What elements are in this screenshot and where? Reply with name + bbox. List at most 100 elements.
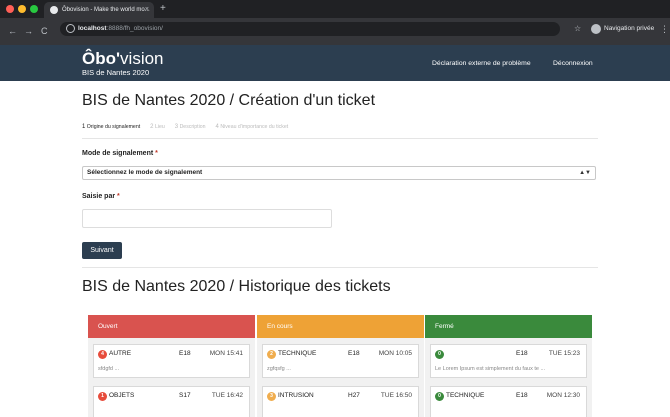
step-2-num: 2 — [150, 124, 154, 130]
profile-label[interactable]: Navigation privée — [604, 22, 654, 36]
brand-subtitle: BIS de Nantes 2020 — [82, 68, 150, 77]
step-4-label: Niveau d'importance du ticket — [220, 124, 289, 130]
mode-select[interactable]: Sélectionnez le mode de signalement ▲▼ — [82, 166, 596, 180]
card-row: 2 TECHNIQUE E18 MON 10:05 — [263, 345, 418, 363]
nav-link-logout[interactable]: Déconnexion — [553, 59, 593, 68]
ticket-room: S17 — [179, 392, 191, 399]
app-navbar: Ôbo'vision BIS de Nantes 2020 Déclaratio… — [0, 45, 670, 81]
minimize-window-icon[interactable] — [18, 5, 26, 13]
ticket-description: sfdgfd ... — [98, 366, 120, 372]
divider — [82, 267, 598, 268]
mode-select-value: Sélectionnez le mode de signalement — [87, 169, 203, 176]
ticket-category: OBJETS — [109, 392, 135, 399]
ticket-room: E18 — [179, 350, 191, 357]
ticket-card[interactable]: 1 OBJETS S17 TUE 16:42 — [93, 386, 250, 417]
ticket-card[interactable]: 3 INTRUSION H27 TUE 16:50 — [262, 386, 419, 417]
required-mark: * — [155, 150, 158, 157]
brand-bold: Ôbo' — [82, 49, 121, 68]
ticket-category: INTRUSION — [278, 392, 314, 399]
ticket-card[interactable]: 0 E18 TUE 15:23 Le Lorem Ipsum est simpl… — [430, 344, 587, 378]
ticket-date: TUE 16:42 — [211, 392, 243, 399]
step-4[interactable]: 4 Niveau d'importance du ticket — [216, 122, 289, 132]
column-header: Ouvert — [88, 315, 255, 338]
info-icon[interactable] — [66, 24, 75, 33]
column-open: Ouvert 4 AUTRE E18 MON 15:41 sfdgfd ... … — [88, 315, 255, 417]
mode-label: Mode de signalement * — [82, 149, 158, 159]
step-3-label: Description — [179, 124, 206, 130]
ticket-description: Le Lorem Ipsum est simplement du faux te… — [435, 366, 546, 372]
bookmark-star-icon[interactable]: ☆ — [574, 22, 581, 36]
ticket-category: TECHNIQUE — [278, 350, 317, 357]
priority-badge: 3 — [267, 392, 276, 401]
ticket-room: E18 — [516, 350, 528, 357]
new-tab-icon[interactable]: + — [160, 2, 166, 16]
browser-menu-icon[interactable]: ⋮ — [660, 22, 669, 36]
forward-icon[interactable]: → — [24, 25, 33, 37]
step-1-num: 1 — [82, 124, 86, 130]
card-row: 3 INTRUSION H27 TUE 16:50 — [263, 387, 418, 405]
priority-badge: 0 — [435, 392, 444, 401]
priority-badge: 0 — [435, 350, 444, 359]
tab-close-icon[interactable]: × — [145, 2, 149, 18]
step-2-label: Lieu — [154, 124, 165, 130]
step-4-num: 4 — [215, 124, 219, 130]
browser-tab[interactable]: Ôbovision - Make the world mo... × — [44, 2, 154, 18]
required-mark: * — [117, 193, 120, 200]
priority-badge: 4 — [98, 350, 107, 359]
select-arrows-icon: ▲▼ — [579, 170, 591, 176]
address-bar[interactable]: localhost:8888/fh_obovision/ — [60, 22, 560, 36]
page-title: BIS de Nantes 2020 / Création d'un ticke… — [82, 92, 376, 109]
priority-badge: 2 — [267, 350, 276, 359]
ticket-room: H27 — [348, 392, 360, 399]
browser-tab-bar: Ôbovision - Make the world mo... × + — [0, 0, 670, 18]
saisie-label: Saisie par * — [82, 192, 120, 202]
priority-badge: 1 — [98, 392, 107, 401]
divider — [82, 138, 598, 139]
url-host: localhost — [78, 25, 107, 32]
card-row: 0 TECHNIQUE E18 MON 12:30 — [431, 387, 586, 405]
ticket-date: MON 15:41 — [209, 350, 243, 357]
brand-logo[interactable]: Ôbo'vision — [82, 50, 164, 67]
tab-title: Ôbovision - Make the world mo... — [62, 7, 150, 13]
wizard-steps: 1 Origine du signalement 2 Lieu 3 Descri… — [82, 122, 288, 132]
nav-link-external-report[interactable]: Déclaration externe de problème — [432, 59, 531, 68]
back-icon[interactable]: ← — [8, 25, 17, 37]
card-row: 1 OBJETS S17 TUE 16:42 — [94, 387, 249, 405]
ticket-card[interactable]: 2 TECHNIQUE E18 MON 10:05 zgfqsfg ... — [262, 344, 419, 378]
history-title: BIS de Nantes 2020 / Historique des tick… — [82, 278, 391, 295]
next-button[interactable]: Suivant — [82, 242, 122, 259]
favicon-icon — [50, 6, 58, 14]
window-controls — [6, 5, 38, 13]
ticket-card[interactable]: 4 AUTRE E18 MON 15:41 sfdgfd ... — [93, 344, 250, 378]
column-header: En cours — [257, 315, 424, 338]
mode-label-text: Mode de signalement — [82, 150, 154, 157]
maximize-window-icon[interactable] — [30, 5, 38, 13]
ticket-card[interactable]: 0 TECHNIQUE E18 MON 12:30 — [430, 386, 587, 417]
close-window-icon[interactable] — [6, 5, 14, 13]
saisie-input[interactable] — [82, 209, 332, 228]
card-row: 0 E18 TUE 15:23 — [431, 345, 586, 363]
url-path: :8888/fh_obovision/ — [106, 25, 163, 32]
brand-light: vision — [120, 49, 164, 68]
url-text: localhost:8888/fh_obovision/ — [78, 22, 163, 36]
column-header: Fermé — [425, 315, 592, 338]
card-row: 4 AUTRE E18 MON 15:41 — [94, 345, 249, 363]
ticket-category: TECHNIQUE — [446, 392, 485, 399]
ticket-date: TUE 15:23 — [548, 350, 580, 357]
step-1[interactable]: 1 Origine du signalement — [82, 122, 140, 132]
ticket-room: E18 — [348, 350, 360, 357]
reload-icon[interactable]: C — [41, 25, 48, 37]
ticket-description: zgfqsfg ... — [267, 366, 291, 372]
ticket-category: AUTRE — [109, 350, 132, 357]
step-1-label: Origine du signalement — [86, 124, 141, 130]
saisie-label-text: Saisie par — [82, 193, 116, 200]
browser-toolbar: ← → C localhost:8888/fh_obovision/ ☆ Nav… — [0, 18, 670, 45]
step-3[interactable]: 3 Description — [175, 122, 206, 132]
ticket-date: TUE 16:50 — [380, 392, 412, 399]
step-2[interactable]: 2 Lieu — [150, 122, 165, 132]
step-3-num: 3 — [174, 124, 179, 130]
incognito-icon — [591, 24, 601, 34]
ticket-date: MON 12:30 — [546, 392, 580, 399]
column-closed: Fermé 0 E18 TUE 15:23 Le Lorem Ipsum est… — [425, 315, 592, 417]
column-in-progress: En cours 2 TECHNIQUE E18 MON 10:05 zgfqs… — [257, 315, 424, 417]
